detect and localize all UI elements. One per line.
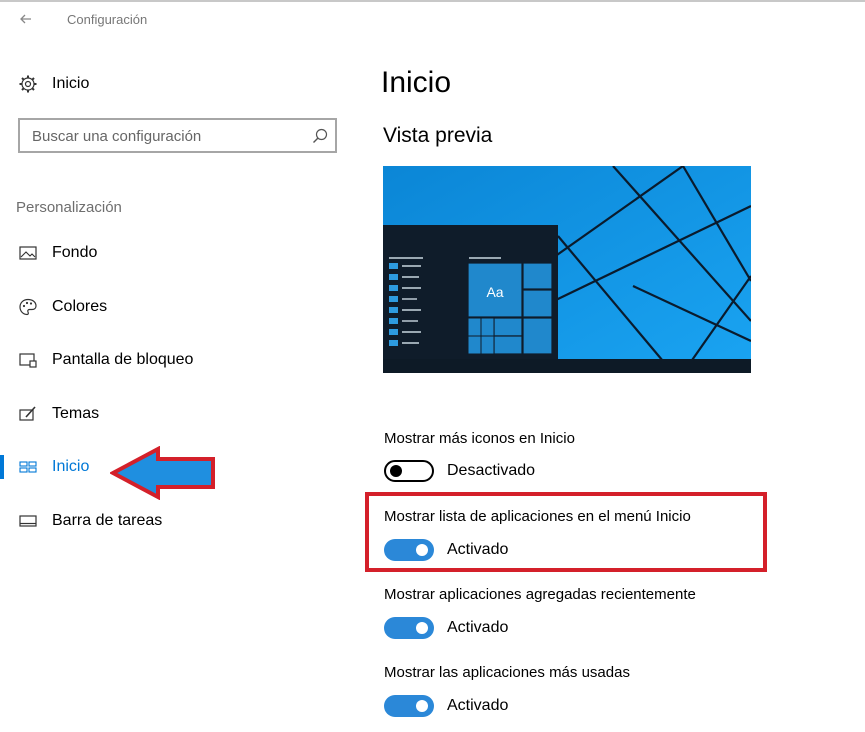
sidebar-item-label: Pantalla de bloqueo xyxy=(52,351,194,368)
toggle-most-used[interactable] xyxy=(384,695,434,717)
annotation-arrow xyxy=(110,446,215,500)
start-tiles-icon xyxy=(18,457,38,477)
toggle-recent-apps[interactable] xyxy=(384,617,434,639)
search-input[interactable]: Buscar una configuración xyxy=(18,118,337,153)
lock-screen-icon xyxy=(18,350,38,370)
taskbar-icon xyxy=(18,511,38,531)
page-title: Inicio xyxy=(381,66,452,99)
annotation-highlight-box xyxy=(365,492,767,572)
sidebar-home-label: Inicio xyxy=(52,75,90,92)
search-placeholder: Buscar una configuración xyxy=(32,128,202,145)
preview-heading: Vista previa xyxy=(383,124,493,147)
sidebar-item-pantalla-de-bloqueo[interactable]: Pantalla de bloqueo xyxy=(0,340,330,380)
back-arrow-icon xyxy=(20,14,31,24)
picture-icon xyxy=(18,243,38,263)
sidebar-item-label: Colores xyxy=(52,298,108,315)
toggle-knob xyxy=(390,465,402,477)
sidebar-item-colores[interactable]: Colores xyxy=(0,287,330,327)
gear-icon xyxy=(18,74,38,94)
sidebar-section-label: Personalización xyxy=(16,199,122,216)
setting-label-recent-apps: Mostrar aplicaciones agregadas recientem… xyxy=(384,586,696,603)
toggle-state-most-used: Activado xyxy=(447,697,509,714)
setting-label-more-icons: Mostrar más iconos en Inicio xyxy=(384,430,575,447)
back-button[interactable] xyxy=(14,8,38,32)
setting-label-most-used: Mostrar las aplicaciones más usadas xyxy=(384,664,630,681)
sidebar-item-barra-de-tareas[interactable]: Barra de tareas xyxy=(0,501,330,541)
title-bar: Configuración xyxy=(0,2,865,36)
search-icon xyxy=(311,127,329,145)
sidebar-item-label: Inicio xyxy=(52,458,90,475)
toggle-knob xyxy=(416,622,428,634)
sidebar-item-label: Temas xyxy=(52,405,100,422)
sidebar-home-link[interactable]: Inicio xyxy=(14,68,314,100)
toggle-state-recent-apps: Activado xyxy=(447,619,509,636)
toggle-knob xyxy=(416,700,428,712)
sidebar-item-fondo[interactable]: Fondo xyxy=(0,233,330,273)
sidebar-item-label: Barra de tareas xyxy=(52,512,163,529)
preview-tile-text: Aa xyxy=(486,284,503,300)
start-preview-image: Aa xyxy=(383,165,752,374)
sidebar-item-temas[interactable]: Temas xyxy=(0,394,330,434)
selection-indicator xyxy=(0,455,4,479)
toggle-more-icons[interactable] xyxy=(384,460,434,482)
app-title: Configuración xyxy=(67,12,148,27)
toggle-state-more-icons: Desactivado xyxy=(447,462,536,479)
themes-icon xyxy=(18,404,38,424)
palette-icon xyxy=(18,297,38,317)
sidebar-item-label: Fondo xyxy=(52,244,98,261)
